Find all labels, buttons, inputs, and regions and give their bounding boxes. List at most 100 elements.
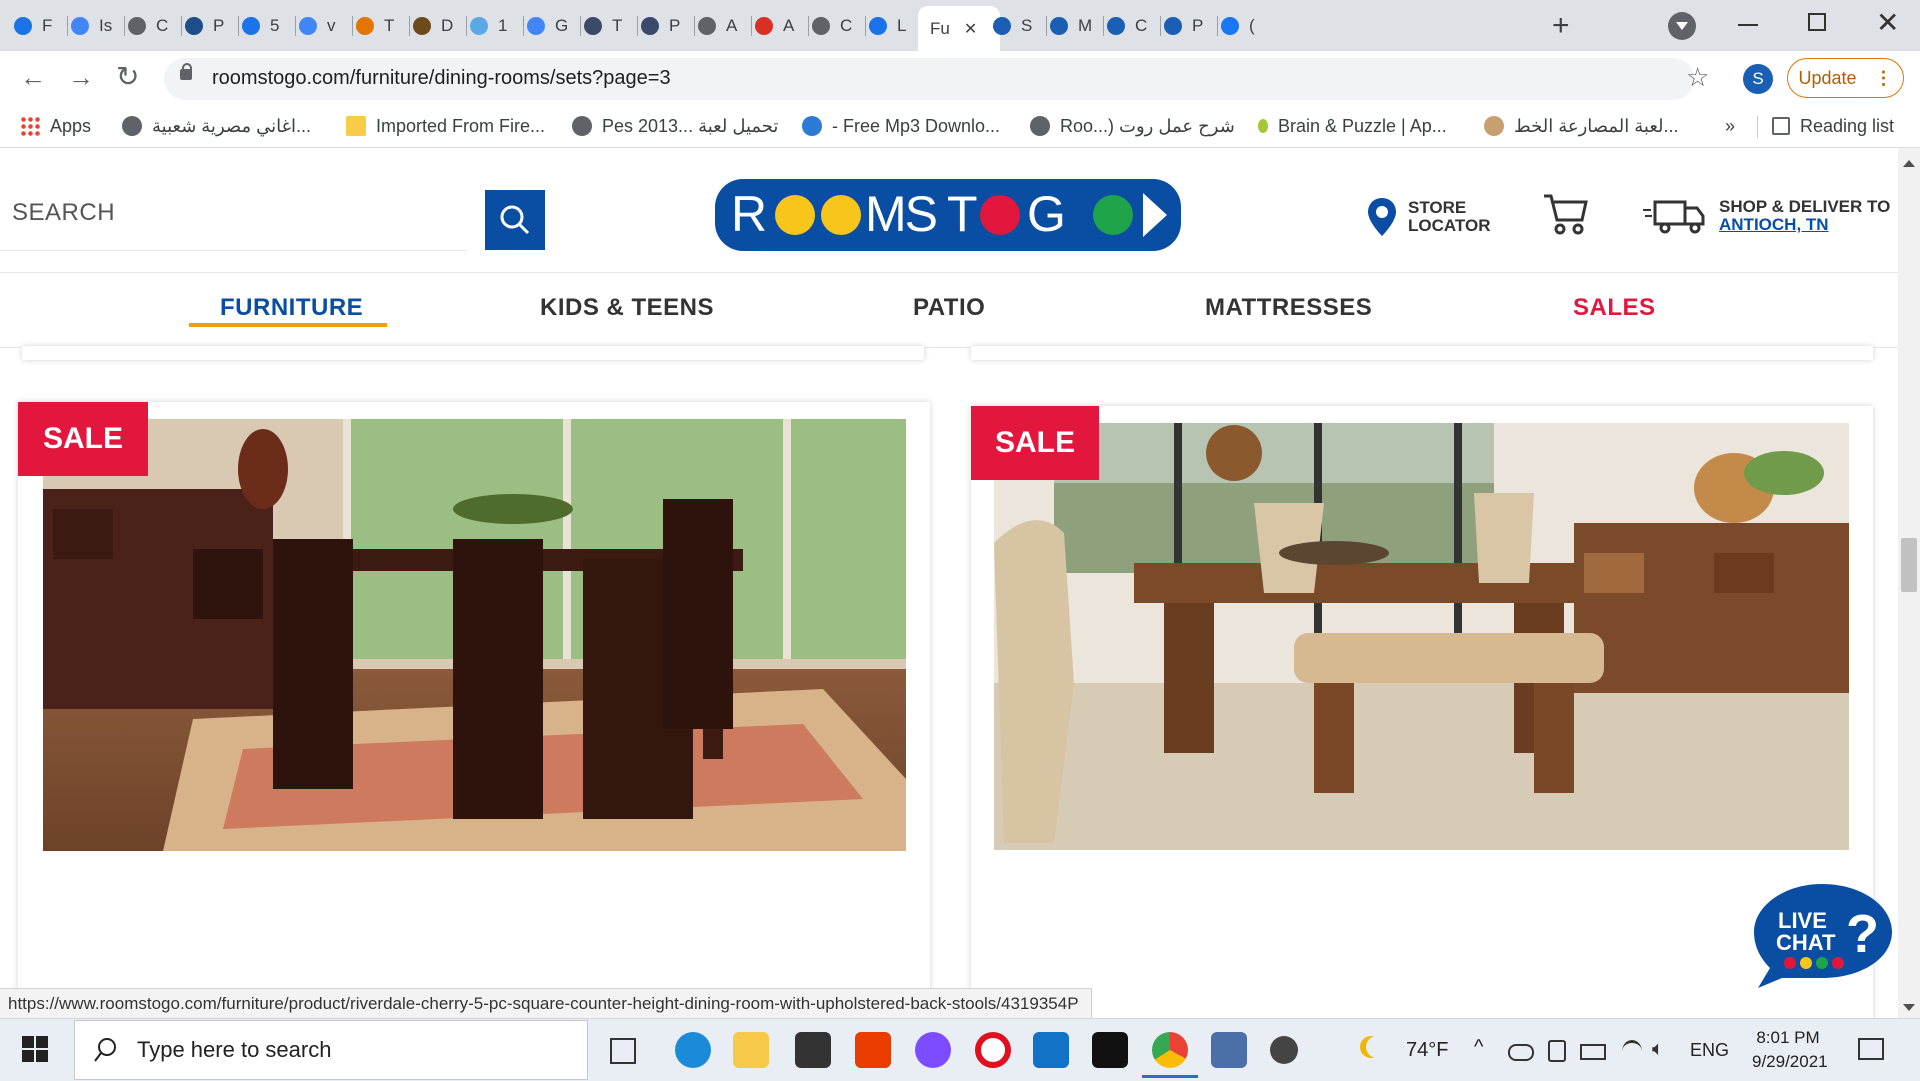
clock[interactable]: 8:01 PM 9/29/2021 xyxy=(1752,1026,1828,1074)
bookmark-apps[interactable]: Apps xyxy=(20,113,91,139)
bookmark-item[interactable]: لعبة المصارعة الخط... xyxy=(1484,113,1679,139)
tab[interactable]: G xyxy=(527,8,568,43)
restore-button[interactable] xyxy=(1808,13,1826,31)
office-icon[interactable] xyxy=(855,1032,891,1068)
product-image-rustic-dining-set[interactable] xyxy=(994,423,1849,850)
tray-chevron-icon[interactable]: ^ xyxy=(1474,1036,1483,1059)
tab[interactable]: A xyxy=(755,8,794,43)
product-card[interactable]: SALE xyxy=(18,402,930,1042)
tab-label: Is xyxy=(99,15,113,35)
language-indicator[interactable]: ENG xyxy=(1690,1040,1729,1061)
scrollbar-thumb[interactable] xyxy=(1901,538,1917,592)
tab-search-button[interactable] xyxy=(1668,12,1696,40)
wifi-icon[interactable] xyxy=(1622,1040,1642,1063)
weather-temp[interactable]: 74°F xyxy=(1406,1039,1448,1062)
scroll-down-arrow[interactable] xyxy=(1903,1004,1915,1011)
dolby-icon[interactable] xyxy=(1092,1032,1128,1068)
product-card[interactable]: SALE xyxy=(971,406,1873,1046)
reading-list-button[interactable]: Reading list xyxy=(1772,113,1894,139)
close-tab-icon[interactable]: ✕ xyxy=(964,19,977,39)
tab-separator xyxy=(694,16,695,36)
tab[interactable]: P xyxy=(641,8,680,43)
tab[interactable]: ( xyxy=(1221,8,1255,43)
tab[interactable]: Is xyxy=(71,8,112,43)
menu-dots-icon: ⋮ xyxy=(1874,67,1893,88)
scroll-up-arrow[interactable] xyxy=(1903,160,1915,167)
tab[interactable]: v xyxy=(299,8,336,43)
product-image-riverdale-dining-set[interactable] xyxy=(43,419,906,851)
sale-badge: SALE xyxy=(971,406,1099,480)
messenger-icon[interactable] xyxy=(915,1032,951,1068)
tab[interactable]: S xyxy=(993,8,1032,43)
live-chat-button[interactable]: LIVE CHAT ? xyxy=(1752,880,1894,990)
nav-patio[interactable]: PATIO xyxy=(913,294,985,322)
bookmark-item[interactable]: اغاني مصرية شعبية... xyxy=(122,113,311,139)
tab[interactable]: D xyxy=(413,8,453,43)
forward-button[interactable]: → xyxy=(68,62,94,93)
tab[interactable]: C xyxy=(128,8,168,43)
start-button[interactable] xyxy=(22,1036,48,1062)
new-tab-button[interactable]: + xyxy=(1552,8,1570,43)
edge-icon[interactable] xyxy=(675,1032,711,1068)
opera-icon[interactable] xyxy=(975,1032,1011,1068)
tab[interactable]: L xyxy=(869,8,906,43)
tab[interactable]: M xyxy=(1050,8,1092,43)
profile-avatar[interactable]: S xyxy=(1743,64,1773,94)
tab[interactable]: C xyxy=(1107,8,1147,43)
cloud-icon[interactable] xyxy=(1508,1044,1534,1061)
tab-favicon-icon xyxy=(698,16,716,35)
bookmark-star-icon[interactable]: ☆ xyxy=(1686,62,1709,93)
tab[interactable]: 1 xyxy=(470,8,507,43)
bookmark-item[interactable]: Pes 2013... تحميل لعبة xyxy=(572,113,778,139)
tab-favicon-icon xyxy=(470,16,488,35)
tab-favicon-icon xyxy=(356,16,374,35)
tab[interactable]: P xyxy=(1164,8,1203,43)
taskbar-search-box[interactable]: Type here to search xyxy=(74,1020,588,1080)
live-chat-icon: LIVE CHAT ? xyxy=(1754,884,1892,988)
nav-kids-teens[interactable]: KIDS & TEENS xyxy=(540,294,714,322)
tab[interactable]: T xyxy=(356,8,394,43)
site-search-button[interactable] xyxy=(485,190,545,250)
tab[interactable]: P xyxy=(185,8,224,43)
update-button[interactable]: Update ⋮ xyxy=(1787,58,1904,98)
tab[interactable]: T xyxy=(584,8,622,43)
calculator-icon[interactable] xyxy=(1211,1032,1247,1068)
battery-icon[interactable] xyxy=(1580,1044,1606,1060)
site-search-input[interactable]: SEARCH xyxy=(0,190,466,251)
tab[interactable]: 5 xyxy=(242,8,279,43)
product-card-prev-left[interactable] xyxy=(22,346,924,360)
tab-active[interactable]: Fu ✕ xyxy=(918,6,1000,51)
volume-icon[interactable]: 🔈︎ xyxy=(1652,1038,1664,1061)
more-bookmarks-button[interactable]: » xyxy=(1725,113,1735,139)
tab[interactable]: A xyxy=(698,8,737,43)
tab[interactable]: F xyxy=(14,8,52,43)
close-window-button[interactable]: ✕ xyxy=(1876,6,1899,39)
nav-sales[interactable]: SALES xyxy=(1573,294,1656,322)
deliver-location-link[interactable]: ANTIOCH, TN xyxy=(1719,216,1890,234)
settings-icon[interactable] xyxy=(1270,1036,1298,1064)
back-button[interactable]: ← xyxy=(20,62,46,93)
nav-mattresses[interactable]: MATTRESSES xyxy=(1205,294,1372,322)
bookmark-item[interactable]: Brain & Puzzle | Ap... xyxy=(1258,113,1447,139)
minimize-button[interactable] xyxy=(1738,24,1758,26)
store-icon[interactable] xyxy=(795,1032,831,1068)
file-explorer-icon[interactable] xyxy=(733,1032,769,1068)
mail-icon[interactable] xyxy=(1033,1032,1069,1068)
bookmark-item[interactable]: Roo...) شرح عمل روت xyxy=(1030,113,1235,139)
tab[interactable]: C xyxy=(812,8,852,43)
task-view-icon[interactable] xyxy=(610,1038,636,1064)
notifications-icon[interactable] xyxy=(1858,1038,1884,1060)
store-locator-link[interactable]: STORE LOCATOR xyxy=(1366,196,1490,238)
chrome-icon[interactable] xyxy=(1152,1032,1188,1068)
tab-favicon-icon xyxy=(299,16,317,35)
delivery-location[interactable]: SHOP & DELIVER TO ANTIOCH, TN xyxy=(1643,198,1890,234)
cart-button[interactable] xyxy=(1542,190,1588,241)
url-text[interactable]: roomstogo.com/furniture/dining-rooms/set… xyxy=(212,67,671,90)
reload-button[interactable]: ↻ xyxy=(116,60,139,93)
bookmark-item[interactable]: Imported From Fire... xyxy=(346,113,545,139)
device-icon[interactable] xyxy=(1548,1040,1566,1062)
nav-furniture[interactable]: FURNITURE xyxy=(220,294,363,322)
product-card-prev-right[interactable] xyxy=(971,346,1873,360)
site-logo[interactable]: R MS T G xyxy=(715,179,1181,251)
bookmark-item[interactable]: - Free Mp3 Downlo... xyxy=(802,113,1000,139)
